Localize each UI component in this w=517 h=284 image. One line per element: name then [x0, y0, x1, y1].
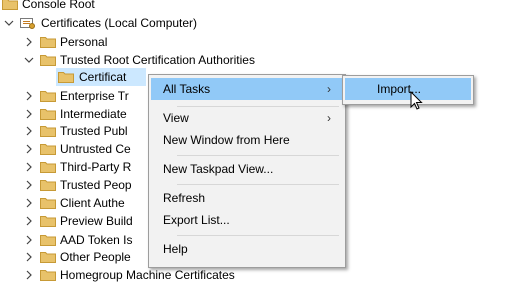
folder-icon	[58, 71, 74, 83]
mouse-pointer-icon	[410, 90, 424, 111]
menu-item-all-tasks[interactable]: All Tasks ›	[151, 78, 343, 100]
tree-item-personal[interactable]: Personal	[20, 33, 140, 51]
menu-item-label: All Tasks	[163, 82, 211, 96]
folder-icon	[40, 179, 56, 191]
menu-separator	[177, 155, 339, 156]
menu-item-label: View	[163, 111, 189, 125]
chevron-right-icon[interactable]	[22, 248, 36, 266]
menu-item-label: New Window from Here	[163, 133, 290, 147]
chevron-right-icon[interactable]	[22, 87, 36, 105]
menu-item-refresh[interactable]: Refresh	[151, 187, 343, 209]
chevron-right-icon[interactable]	[22, 140, 36, 158]
tree-item-label: Preview Build	[60, 214, 133, 228]
tree-item-label: Third-Party R	[60, 160, 132, 174]
tree-item-console-root[interactable]: Console Root	[0, 0, 140, 13]
tree-item-label: Untrusted Ce	[60, 142, 131, 156]
chevron-right-icon[interactable]	[22, 266, 36, 284]
menu-item-label: Export List...	[163, 213, 230, 227]
chevron-down-icon[interactable]	[22, 51, 36, 69]
folder-icon	[40, 125, 56, 137]
menu-separator	[177, 235, 339, 236]
chevron-right-icon[interactable]	[22, 122, 36, 140]
tree-item-third-party-root[interactable]: Third-Party R	[20, 158, 148, 176]
menu-item-help[interactable]: Help	[151, 238, 343, 260]
tree-item-label: Intermediate	[60, 107, 127, 121]
tree-item-untrusted-certificates[interactable]: Untrusted Ce	[20, 140, 148, 158]
tree-item-label: Certificat	[79, 70, 127, 84]
tree-item-label: Certificates (Local Computer)	[41, 16, 198, 30]
tree-item-label: Other People	[60, 250, 131, 264]
tree-item-label: AAD Token Is	[60, 233, 133, 247]
menu-separator	[177, 184, 339, 185]
tree-item-label: Enterprise Tr	[60, 89, 129, 103]
folder-icon	[40, 215, 56, 227]
tree-item-label: Trusted Publ	[60, 124, 128, 138]
tree-item-trusted-publishers[interactable]: Trusted Publ	[20, 122, 148, 140]
tree-item-trusted-people[interactable]: Trusted Peop	[20, 176, 148, 194]
menu-item-label: New Taskpad View...	[163, 162, 274, 176]
tree-item-trusted-root[interactable]: Trusted Root Certification Authorities	[20, 51, 280, 69]
tree-item-certificates-local[interactable]: Certificates (Local Computer)	[0, 14, 240, 32]
tree-item-aad-token-issuer[interactable]: AAD Token Is	[20, 231, 148, 249]
folder-icon	[40, 269, 56, 281]
folder-icon	[40, 143, 56, 155]
folder-icon	[40, 108, 56, 120]
chevron-down-icon[interactable]	[2, 14, 16, 32]
chevron-right-icon[interactable]	[22, 176, 36, 194]
chevron-right-icon[interactable]	[22, 212, 36, 230]
tree-item-certificates-selected[interactable]: Certificat	[56, 68, 148, 86]
tree-item-label: Personal	[60, 35, 108, 49]
tree-item-label: Homegroup Machine Certificates	[60, 268, 235, 282]
folder-icon	[40, 251, 56, 263]
tree-item-client-authentication[interactable]: Client Authe	[20, 194, 148, 212]
folder-icon	[2, 0, 18, 10]
all-tasks-submenu: Import...	[342, 75, 474, 105]
chevron-right-icon[interactable]	[22, 231, 36, 249]
folder-icon	[40, 161, 56, 173]
menu-item-label: Help	[163, 242, 188, 256]
chevron-right-icon[interactable]	[22, 33, 36, 51]
tree-item-label: Client Authe	[60, 196, 125, 210]
menu-item-label: Refresh	[163, 191, 206, 205]
folder-icon	[40, 90, 56, 102]
tree-item-other-people[interactable]: Other People	[20, 248, 148, 266]
tree-item-label: Trusted Root Certification Authorities	[60, 53, 255, 67]
chevron-right-icon[interactable]	[22, 194, 36, 212]
folder-icon	[40, 36, 56, 48]
menu-item-new-window[interactable]: New Window from Here	[151, 129, 343, 151]
folder-icon	[40, 197, 56, 209]
certificate-snapin-icon	[20, 16, 36, 30]
tree-item-intermediate[interactable]: Intermediate	[20, 105, 148, 123]
chevron-right-icon: ›	[327, 82, 331, 96]
folder-icon	[40, 54, 56, 66]
tree-item-label: Console Root	[22, 0, 95, 11]
chevron-right-icon[interactable]	[22, 105, 36, 123]
menu-item-export-list[interactable]: Export List...	[151, 209, 343, 231]
menu-item-new-taskpad[interactable]: New Taskpad View...	[151, 158, 343, 180]
context-menu: All Tasks › View › New Window from Here …	[148, 74, 346, 268]
tree-item-enterprise-trust[interactable]: Enterprise Tr	[20, 87, 148, 105]
tree-item-preview-build[interactable]: Preview Build	[20, 212, 148, 230]
tree-item-label: Trusted Peop	[60, 178, 132, 192]
folder-icon	[40, 234, 56, 246]
menu-item-view[interactable]: View ›	[151, 107, 343, 129]
menu-item-import[interactable]: Import...	[345, 78, 471, 100]
tree-item-homegroup-machine[interactable]: Homegroup Machine Certificates	[20, 266, 260, 284]
chevron-right-icon: ›	[327, 111, 331, 125]
chevron-right-icon[interactable]	[22, 158, 36, 176]
